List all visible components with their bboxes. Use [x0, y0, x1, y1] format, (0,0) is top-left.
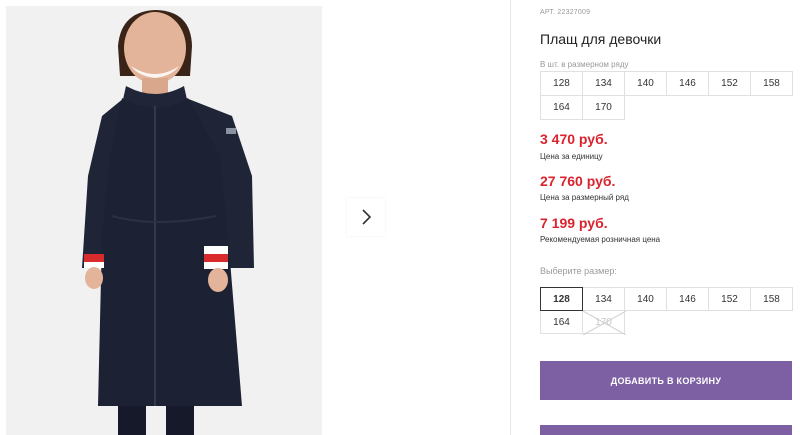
row-size-cell: 164	[540, 95, 583, 120]
size-option-158[interactable]: 158	[750, 287, 793, 311]
chevron-right-icon	[362, 209, 372, 225]
retail-price-note: Рекомендуемая розничная цена	[540, 235, 661, 244]
row-size-cell: 158	[750, 71, 793, 96]
sizes-in-row-caption: В шт. в размерном ряду	[540, 60, 629, 69]
size-option-152[interactable]: 152	[708, 287, 751, 311]
row-size-cell: 170	[582, 95, 625, 120]
row-size-cell: 140	[624, 71, 667, 96]
product-title: Плащ для девочки	[540, 31, 662, 47]
size-option-140[interactable]: 140	[624, 287, 667, 311]
retail-price: 7 199 руб.	[540, 215, 608, 231]
size-row-price: 27 760 руб.	[540, 173, 616, 189]
size-option-128[interactable]: 128	[540, 287, 583, 311]
column-divider	[510, 0, 511, 435]
product-gallery	[0, 0, 510, 435]
unavailable-cross-icon	[583, 311, 626, 335]
size-selector: 128 134 140 146 152 158 164 170	[540, 287, 793, 336]
size-option-170-unavailable: 170	[582, 310, 626, 335]
secondary-action-button[interactable]	[540, 425, 792, 435]
add-to-cart-button[interactable]: ДОБАВИТЬ В КОРЗИНУ	[540, 361, 792, 400]
size-option-164[interactable]: 164	[540, 310, 583, 334]
row-size-cell: 134	[582, 71, 625, 96]
choose-size-caption: Выберите размер:	[540, 266, 617, 276]
size-row-price-note: Цена за размерный ряд	[540, 193, 629, 202]
sizes-in-row-grid: 128 134 140 146 152 158 164 170	[540, 71, 793, 122]
row-size-cell: 152	[708, 71, 751, 96]
row-size-cell: 146	[666, 71, 709, 96]
size-option-134[interactable]: 134	[582, 287, 625, 311]
row-size-cell: 128	[540, 71, 583, 96]
unit-price: 3 470 руб.	[540, 131, 608, 147]
gallery-next-button[interactable]	[347, 198, 385, 236]
size-option-146[interactable]: 146	[666, 287, 709, 311]
unit-price-note: Цена за единицу	[540, 152, 603, 161]
product-photo	[6, 6, 322, 435]
article-number: АРТ. 22327009	[540, 9, 591, 16]
